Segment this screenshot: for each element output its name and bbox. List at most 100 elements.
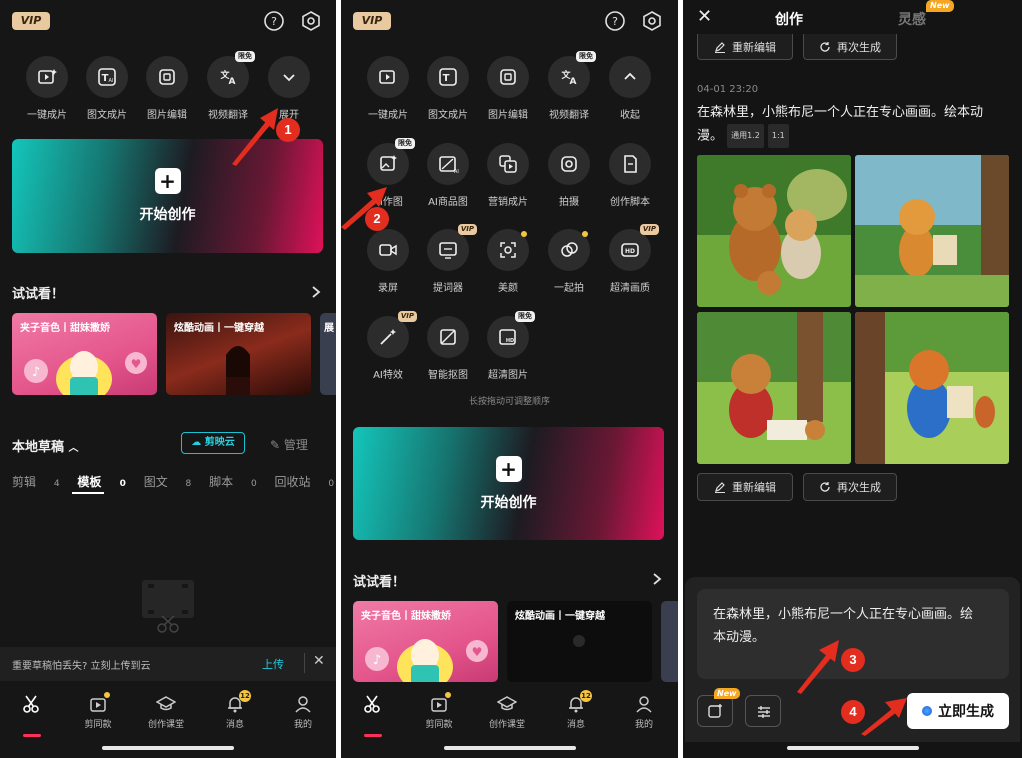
prompt-text: 在森林里，小熊布尼一个人正在专心画画。绘本动漫。 通用1.2 1:1 bbox=[697, 102, 1003, 148]
nav-profile[interactable]: 我的 bbox=[273, 694, 333, 730]
vip-logo[interactable]: VIP bbox=[353, 12, 391, 30]
sparkle-icon bbox=[922, 706, 932, 716]
regenerate-button[interactable]: 再次生成 bbox=[803, 34, 897, 60]
template-card[interactable] bbox=[661, 601, 678, 682]
nav-profile[interactable]: 我的 bbox=[614, 694, 674, 730]
tool-collapse[interactable]: 收起 bbox=[600, 56, 660, 121]
nav-edit[interactable] bbox=[1, 694, 61, 737]
tool-video-translate[interactable]: 文 A 限免 视频翻译 bbox=[539, 51, 599, 121]
tool-beauty[interactable]: 美颜 bbox=[478, 229, 538, 294]
generated-image[interactable] bbox=[855, 155, 1009, 307]
plus-icon: + bbox=[154, 168, 181, 194]
template-card[interactable]: 炫酷动画丨一键穿越 bbox=[507, 601, 652, 682]
help-icon[interactable]: ? bbox=[263, 10, 285, 32]
generated-image[interactable] bbox=[697, 312, 851, 464]
ratio-tag: 1:1 bbox=[767, 124, 789, 148]
chevron-up-icon[interactable]: ︿ bbox=[69, 443, 79, 454]
ai-image-icon bbox=[380, 155, 397, 171]
tool-marketing-video[interactable]: 营销成片 bbox=[478, 143, 538, 208]
tool-script[interactable]: 创作脚本 bbox=[600, 143, 660, 208]
start-create-label: 开始创作 bbox=[139, 207, 196, 223]
tool-camera[interactable]: 拍摄 bbox=[539, 143, 599, 208]
new-dot bbox=[521, 231, 527, 237]
tool-text-to-video[interactable]: T 图文成片 bbox=[418, 56, 478, 121]
cloud-button[interactable]: ☁ 剪映云 bbox=[181, 432, 245, 454]
upload-button[interactable]: 上传 bbox=[262, 656, 284, 672]
tool-one-click-video[interactable]: 一键成片 bbox=[358, 56, 418, 121]
template-thumbnail bbox=[226, 346, 250, 395]
tool-smart-cutout[interactable]: 智能抠图 bbox=[418, 316, 478, 381]
tool-ai-effects[interactable]: VIP AI特效 bbox=[358, 311, 418, 381]
step-marker: 3 bbox=[841, 648, 865, 672]
svg-text:♥: ♥ bbox=[472, 645, 483, 659]
close-icon[interactable]: ✕ bbox=[697, 6, 712, 27]
tab-edit[interactable]: 剪辑 4 bbox=[12, 475, 60, 489]
settings-icon[interactable] bbox=[641, 10, 663, 32]
home-indicator bbox=[786, 746, 919, 750]
template-card[interactable]: 夹子音色丨甜妹撒娇 ♪ ♥ bbox=[353, 601, 498, 682]
chevron-right-icon[interactable] bbox=[309, 285, 323, 299]
chevron-right-icon[interactable] bbox=[650, 572, 664, 586]
person-icon bbox=[636, 696, 652, 713]
model-tag: 通用1.2 bbox=[727, 124, 764, 148]
tool-hd-image[interactable]: HD 限免 超清图片 bbox=[478, 311, 538, 381]
home-screen-collapsed: VIP ? 一键成片 T AI 图文成片 图片编辑 文 A 限免 视频翻译 展开 + … bbox=[0, 0, 336, 758]
product-image-icon: AI bbox=[439, 156, 459, 175]
home-indicator bbox=[102, 746, 234, 750]
nav-template[interactable]: 剪同款 bbox=[68, 692, 128, 730]
drafts-title: 本地草稿 ︿ bbox=[12, 440, 79, 455]
generated-image[interactable] bbox=[855, 312, 1009, 464]
nav-messages[interactable]: 12 消息 bbox=[546, 690, 606, 730]
tool-image-edit[interactable]: 图片编辑 bbox=[478, 56, 538, 121]
tab-script[interactable]: 脚本 0 bbox=[209, 475, 257, 489]
home-indicator bbox=[443, 746, 576, 750]
tool-duet[interactable]: 一起拍 bbox=[539, 229, 599, 294]
text-ai-icon: T bbox=[439, 68, 457, 86]
new-badge: New bbox=[714, 688, 740, 699]
record-icon bbox=[379, 244, 397, 256]
reedit-button[interactable]: 重新编辑 bbox=[697, 473, 793, 501]
refresh-icon bbox=[820, 482, 830, 492]
reedit-button[interactable]: 重新编辑 bbox=[697, 34, 793, 60]
chevron-up-icon bbox=[624, 72, 636, 80]
regenerate-button[interactable]: 再次生成 bbox=[803, 473, 897, 501]
help-icon[interactable]: ? bbox=[604, 10, 626, 32]
image-edit-icon bbox=[159, 69, 175, 85]
close-icon[interactable]: ✕ bbox=[313, 653, 325, 669]
nav-edit[interactable] bbox=[342, 694, 402, 737]
template-card[interactable]: 展 bbox=[320, 313, 336, 395]
arrow-annotation bbox=[861, 698, 907, 736]
tool-one-click-video[interactable]: 一键成片 bbox=[17, 56, 77, 121]
tab-underline bbox=[72, 492, 104, 494]
tab-image-text[interactable]: 图文 8 bbox=[144, 475, 192, 489]
start-create-card[interactable]: + 开始创作 bbox=[353, 427, 664, 540]
template-card[interactable]: 夹子音色丨甜妹撒娇 ♪ ♥ bbox=[12, 313, 157, 395]
tool-image-edit[interactable]: 图片编辑 bbox=[137, 56, 197, 121]
tool-screen-record[interactable]: 录屏 bbox=[358, 229, 418, 294]
template-card[interactable]: 炫酷动画丨一键穿越 bbox=[166, 313, 311, 395]
manage-button[interactable]: ✎ 管理 bbox=[270, 436, 308, 453]
pen-icon bbox=[715, 41, 725, 53]
nav-template[interactable]: 剪同款 bbox=[409, 692, 469, 730]
bottom-nav: 剪同款 创作课堂 12 消息 我的 bbox=[0, 682, 336, 758]
translate-icon: 文A bbox=[560, 69, 576, 87]
tool-ai-product-image[interactable]: AI AI商品图 bbox=[418, 143, 478, 208]
image-upload-button[interactable]: New bbox=[697, 688, 740, 727]
nav-messages[interactable]: 12 消息 bbox=[205, 690, 265, 730]
tab-inspiration[interactable]: 灵感 bbox=[898, 9, 926, 29]
tool-teleprompter[interactable]: VIP 提词器 bbox=[418, 224, 478, 294]
tool-hd-quality[interactable]: HD VIP 超清画质 bbox=[600, 224, 660, 294]
settings-icon[interactable] bbox=[300, 10, 322, 32]
tool-text-to-video[interactable]: T AI 图文成片 bbox=[77, 56, 137, 121]
tab-recycle-bin[interactable]: 回收站 0 bbox=[275, 475, 335, 489]
generate-button[interactable]: 立即生成 bbox=[907, 693, 1009, 729]
tab-create[interactable]: 创作 bbox=[775, 9, 803, 29]
try-title: 试试看！ bbox=[353, 575, 406, 590]
tab-template[interactable]: 模板 0 bbox=[77, 475, 125, 489]
nav-school[interactable]: 创作课堂 bbox=[136, 694, 196, 730]
settings-button[interactable] bbox=[745, 695, 781, 727]
generated-image[interactable] bbox=[697, 155, 851, 307]
nav-school[interactable]: 创作课堂 bbox=[477, 694, 537, 730]
home-screen-expanded: VIP ? 一键成片 T 图文成片 图片编辑 文 A 限免 视频翻译 收起 限免 A… bbox=[341, 0, 678, 758]
vip-logo[interactable]: VIP bbox=[12, 12, 50, 30]
